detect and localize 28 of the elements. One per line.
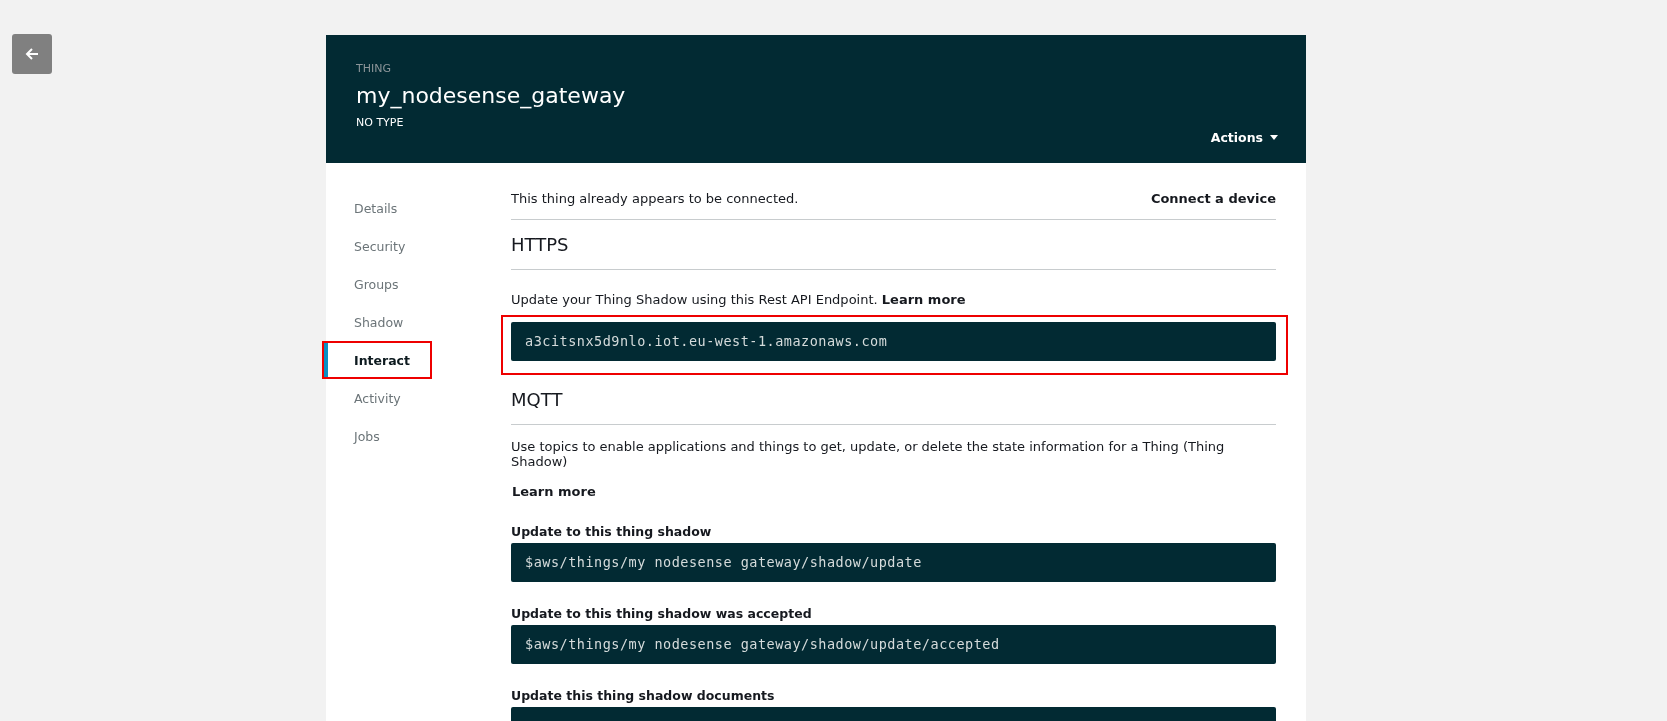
thing-name: my_nodesense_gateway (356, 83, 626, 108)
learn-more-link[interactable]: Learn more (881, 292, 966, 307)
back-button[interactable] (12, 34, 52, 74)
caret-down-icon (1270, 135, 1278, 140)
section-heading: HTTPS (511, 233, 570, 257)
arrow-left-icon (24, 46, 40, 62)
endpoint-description: Update your Thing Shadow using this Rest API Endpoint. Learn more (511, 292, 967, 307)
sidebar-item[interactable]: Security (324, 229, 406, 263)
learn-more-link[interactable]: Learn more (512, 484, 596, 499)
thing-label: THING (356, 62, 392, 75)
connection-status: This thing already appears to be connected. (511, 191, 799, 206)
sidebar-item[interactable]: Jobs (324, 419, 380, 453)
section-heading: MQTT (511, 388, 564, 412)
topic-code: $aws/things/my nodesense gateway/shadow/update (511, 543, 1276, 582)
sidebar-item[interactable]: Groups (324, 267, 399, 301)
sidebar-item[interactable]: Activity (324, 381, 401, 415)
topic-label: Update to this thing shadow was accepted (511, 606, 813, 621)
connect-device-link[interactable]: Connect a device (1150, 191, 1276, 206)
mqtt-description: Use topics to enable applications and things to get, update, or delete the state information for a Thing (Thing Shadow) (511, 439, 1226, 469)
topic-label: Update this thing shadow documents (511, 688, 776, 703)
thing-type: NO TYPE (356, 116, 405, 129)
topic-code: $aws/things/my nodesense gateway/shadow/update/accepted (511, 625, 1276, 664)
topic-label: Update to this thing shadow (511, 524, 713, 539)
actions-dropdown[interactable]: Actions (1210, 130, 1278, 145)
sidebar-item[interactable]: Interact (324, 343, 410, 377)
sidebar-item[interactable]: Shadow (324, 305, 404, 339)
endpoint-code: a3citsnx5d9nlo.iot.eu-west-1.amazonaws.com (511, 322, 1276, 361)
sidebar-item[interactable]: Details (324, 191, 398, 225)
